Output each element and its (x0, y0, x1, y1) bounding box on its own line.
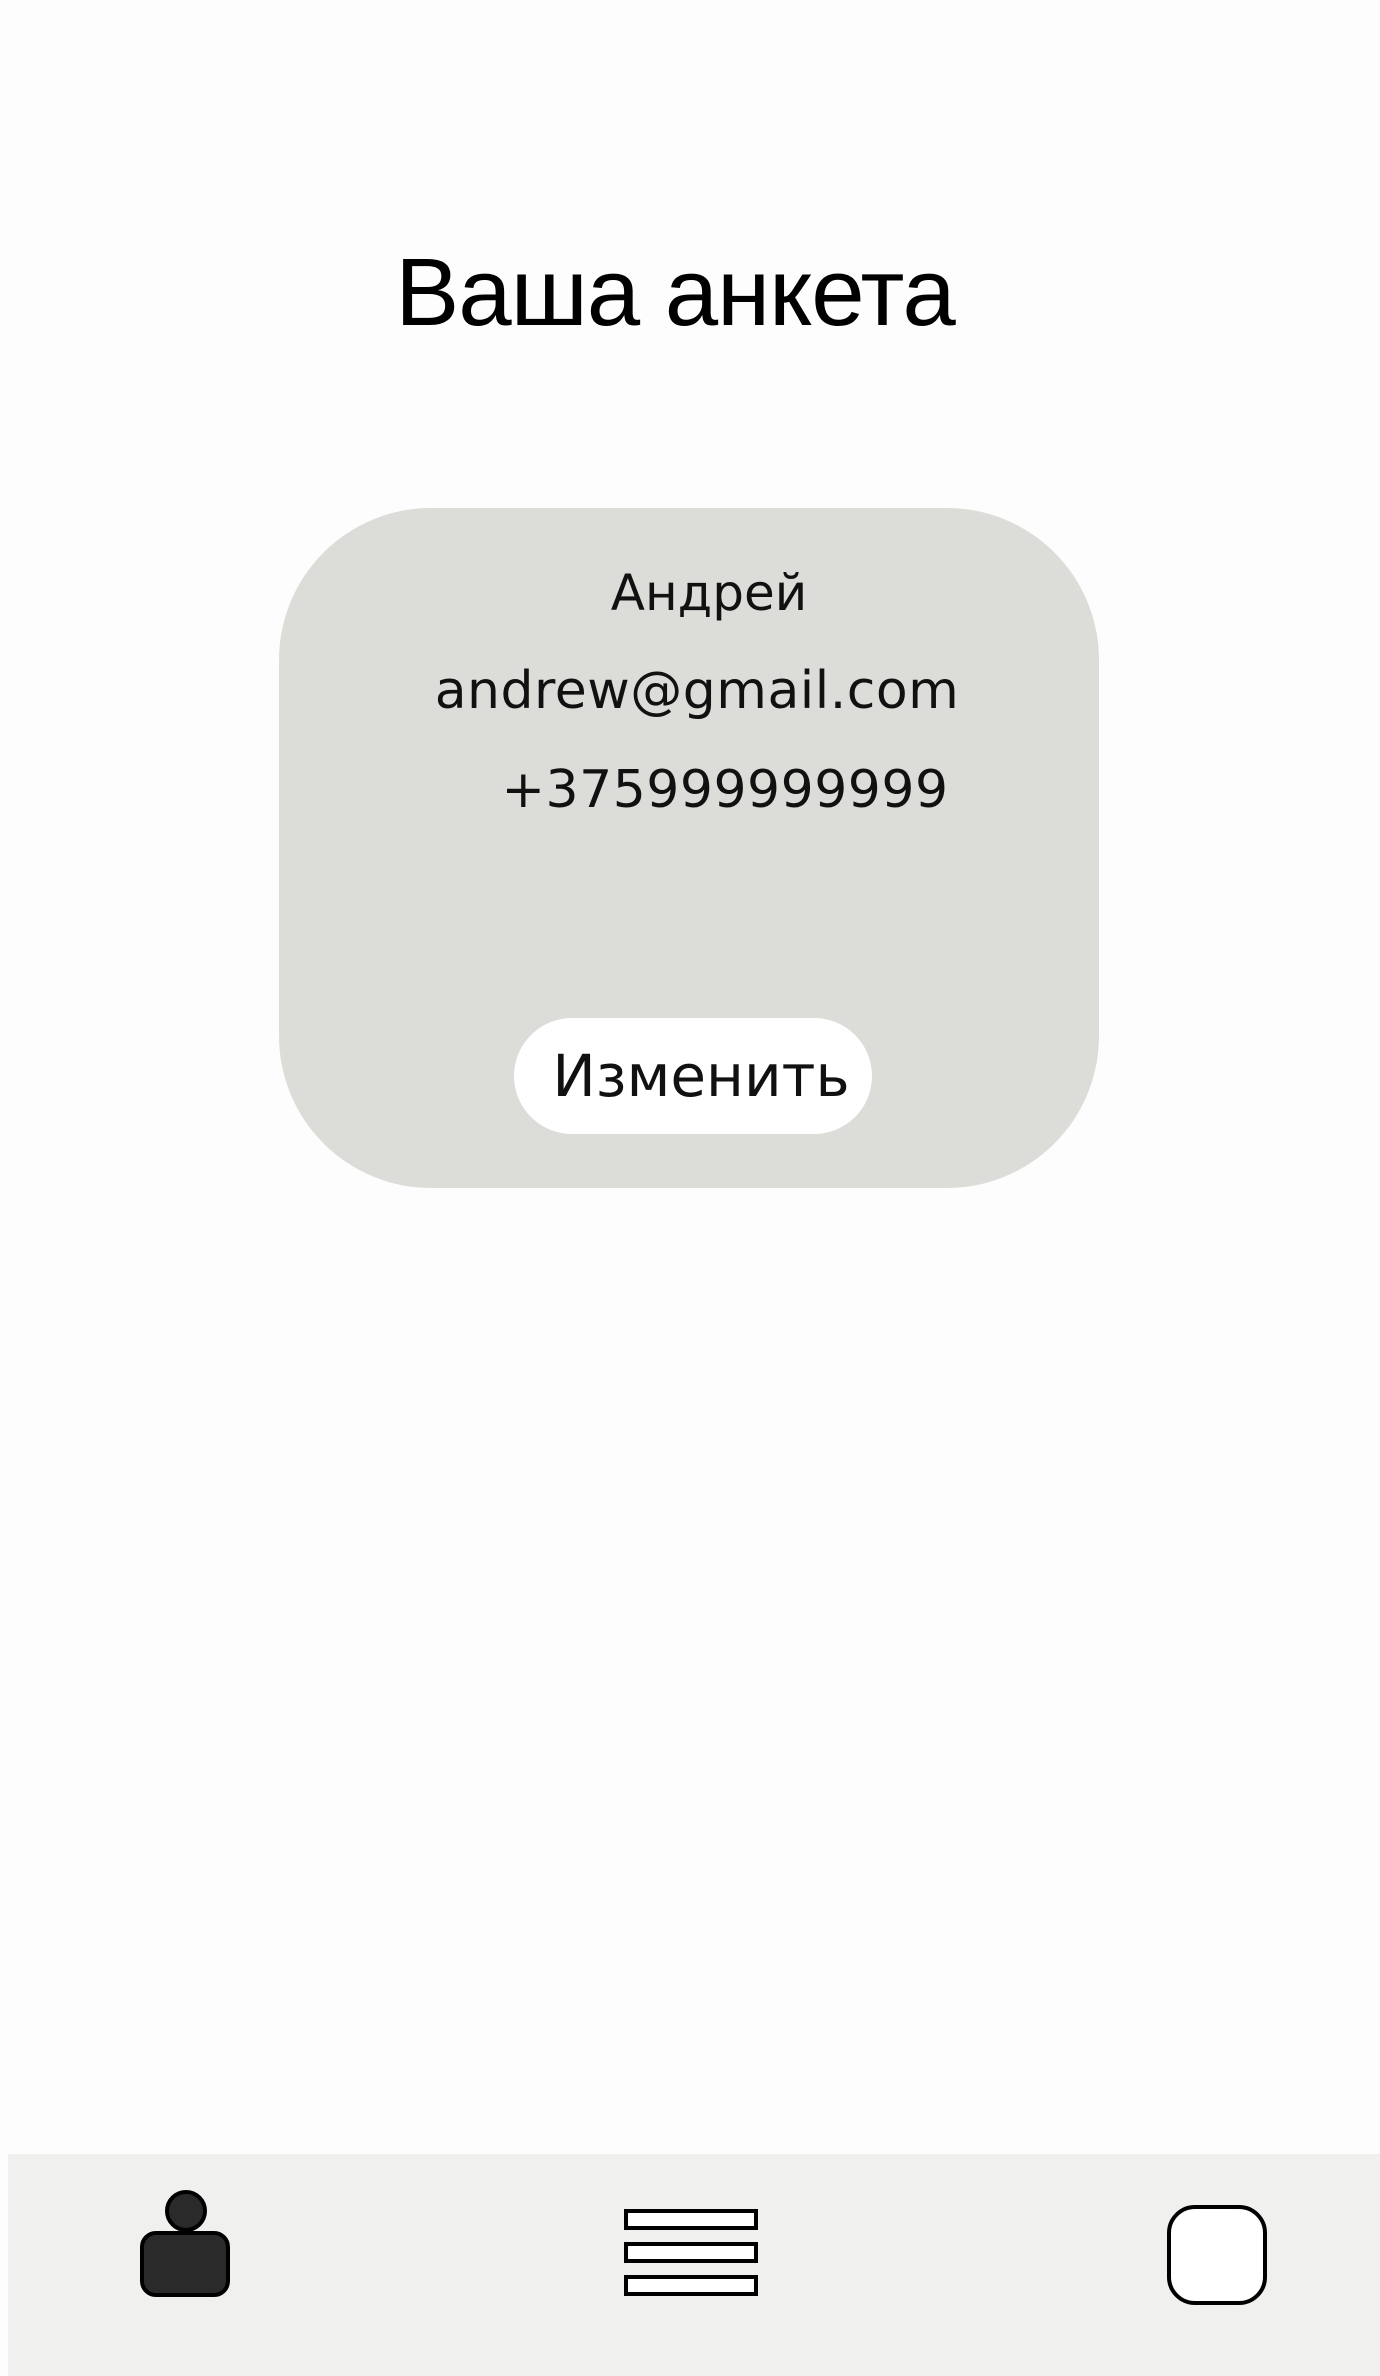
nav-item-profile[interactable] (140, 2189, 232, 2299)
nav-item-square[interactable] (1166, 2204, 1270, 2308)
list-icon (624, 2209, 758, 2296)
edit-profile-button[interactable]: Изменить (514, 1018, 872, 1134)
profile-phone: +375999999999 (501, 760, 949, 820)
profile-card: Андрей andrew@gmail.com +375999999999 Из… (279, 508, 1099, 1188)
bottom-navigation (8, 2154, 1380, 2376)
profile-screen: Ваша анкета Андрей andrew@gmail.com +375… (0, 0, 1380, 2376)
profile-name: Андрей (610, 564, 808, 622)
page-title: Ваша анкета (395, 239, 955, 346)
profile-email: andrew@gmail.com (434, 661, 960, 721)
square-icon (1167, 2205, 1267, 2305)
profile-icon (140, 2190, 230, 2297)
nav-item-list[interactable] (624, 2209, 760, 2299)
